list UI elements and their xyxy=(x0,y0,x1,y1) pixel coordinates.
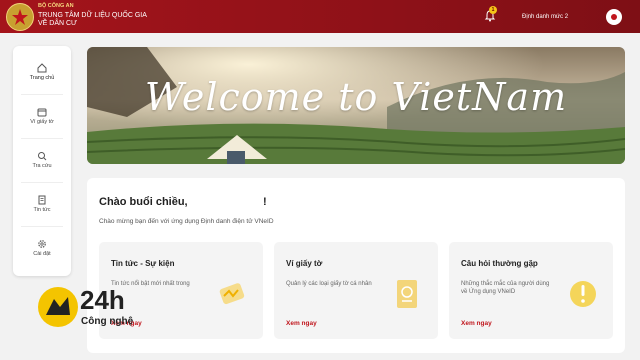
welcome-subtitle: Chào mừng bạn đến với ứng dụng Định danh… xyxy=(99,218,274,225)
greeting-end: ! xyxy=(263,196,267,208)
divider xyxy=(21,226,63,227)
sidebar-item-lookup[interactable]: Tra cứu xyxy=(13,142,71,182)
sidebar-item-home[interactable]: Trang chủ xyxy=(13,54,71,94)
sidebar: Trang chủ Ví giấy tờ Tra cứu Tin tức Cài… xyxy=(13,46,71,276)
avatar-icon xyxy=(611,14,617,20)
sidebar-item-label: Trang chủ xyxy=(29,75,55,81)
exclamation-icon xyxy=(570,281,596,307)
logo-circle-icon xyxy=(38,287,78,327)
greeting-text: Chào buổi chiều, xyxy=(99,196,188,208)
home-icon xyxy=(37,63,47,73)
tile-wallet[interactable]: Ví giấy tờ Quản lý các loại giấy tờ cá n… xyxy=(274,242,438,339)
avatar[interactable] xyxy=(606,9,622,25)
police-emblem-icon xyxy=(6,3,34,31)
news-icon xyxy=(38,195,46,205)
tile-desc: Quản lý các loại giấy tờ cá nhân xyxy=(286,281,372,287)
sidebar-item-label: Tra cứu xyxy=(32,163,52,169)
tile-desc: Những thắc mắc của người dùng về Ứng dụn… xyxy=(461,281,550,296)
tile-faq[interactable]: Câu hỏi thường gặp Những thắc mắc của ng… xyxy=(449,242,613,339)
sidebar-item-wallet[interactable]: Ví giấy tờ xyxy=(13,98,71,138)
tile-title: Tin tức - Sự kiện xyxy=(111,259,175,268)
logo-number: 24h xyxy=(80,285,125,315)
search-icon xyxy=(38,152,47,161)
welcome-banner: Welcome to VietNam xyxy=(87,47,625,164)
top-header: BỘ CÔNG AN TRUNG TÂM DỮ LIỆU QUỐC GIA VỀ… xyxy=(0,0,640,33)
brand-watermark: 24h Công nghệ xyxy=(38,283,156,333)
divider xyxy=(21,182,63,183)
wallet-icon xyxy=(37,108,47,117)
notification-badge: 1 xyxy=(489,6,497,14)
tile-link[interactable]: Xem ngay xyxy=(286,320,317,327)
sidebar-item-label: Tin tức xyxy=(33,207,51,213)
tile-title: Câu hỏi thường gặp xyxy=(461,259,538,268)
passport-icon xyxy=(397,280,417,308)
tile-link[interactable]: Xem ngay xyxy=(461,320,492,327)
tile-title: Ví giấy tờ xyxy=(286,259,323,268)
org-name-line2: VỀ DÂN CƯ xyxy=(38,20,78,27)
divider xyxy=(21,138,63,139)
sidebar-item-label: Ví giấy tờ xyxy=(30,119,54,125)
divider xyxy=(21,94,63,95)
dashboard-card: Chào buổi chiều, ! Chào mừng bạn đến với… xyxy=(87,178,625,353)
banner-title: Welcome to VietNam xyxy=(144,75,568,119)
logo-text: Công nghệ xyxy=(81,316,134,327)
org-name-line1: TRUNG TÂM DỮ LIỆU QUỐC GIA xyxy=(38,12,147,19)
sidebar-item-settings[interactable]: Cài đặt xyxy=(13,230,71,270)
user-level-label[interactable]: Định danh mức 2 xyxy=(522,14,568,20)
org-ministry: BỘ CÔNG AN xyxy=(38,3,74,9)
megaphone-icon xyxy=(219,283,245,305)
settings-icon xyxy=(38,240,46,248)
sidebar-item-news[interactable]: Tin tức xyxy=(13,186,71,226)
sidebar-item-label: Cài đặt xyxy=(33,251,51,257)
